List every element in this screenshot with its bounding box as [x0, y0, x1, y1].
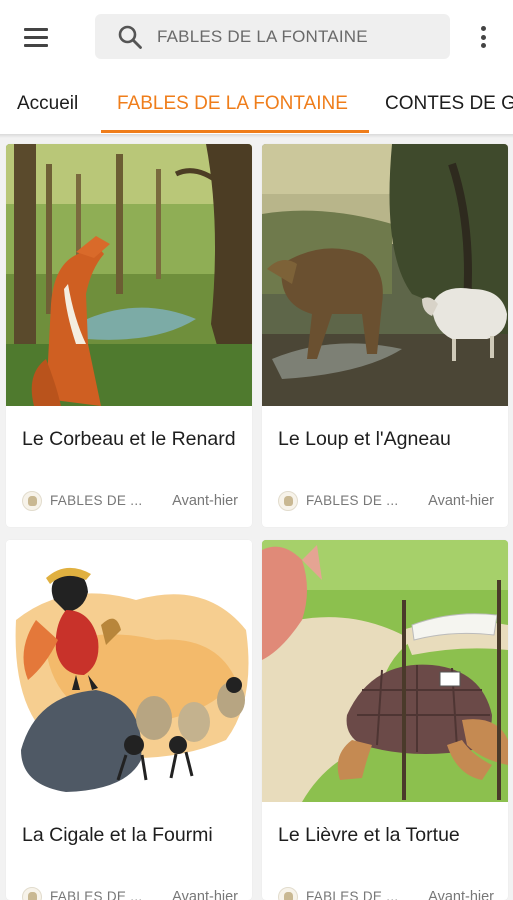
article-card[interactable]: Le Lièvre et la Tortue FABLES DE ... Ava…	[262, 540, 508, 900]
more-vertical-icon-dot	[481, 26, 486, 31]
article-source: FABLES DE ...	[306, 493, 399, 508]
category-tabs: Accueil FABLES DE LA FONTAINE CONTES DE …	[0, 74, 513, 134]
tab-fables-de-la-fontaine[interactable]: FABLES DE LA FONTAINE	[117, 74, 348, 134]
article-card[interactable]: La Cigale et la Fourmi FABLES DE ... Ava…	[6, 540, 252, 900]
article-title: La Cigale et la Fourmi	[22, 824, 213, 846]
search-query: FABLES DE LA FONTAINE	[157, 27, 368, 46]
article-source: FABLES DE ...	[50, 889, 143, 900]
more-options-button[interactable]	[472, 24, 496, 50]
more-vertical-icon-dot	[481, 34, 486, 40]
article-source: FABLES DE ...	[306, 889, 399, 900]
article-card[interactable]: Le Corbeau et le Renard FABLES DE ... Av…	[6, 144, 252, 527]
source-avatar	[278, 491, 298, 511]
article-thumbnail	[262, 144, 508, 406]
menu-button[interactable]	[22, 25, 50, 49]
app-bar: FABLES DE LA FONTAINE	[0, 0, 513, 74]
tab-accueil[interactable]: Accueil	[17, 74, 78, 134]
article-title: Le Lièvre et la Tortue	[278, 824, 460, 846]
article-title: Le Loup et l'Agneau	[278, 428, 451, 450]
article-date: Avant-hier	[172, 889, 238, 900]
hamburger-menu-icon-line	[24, 44, 48, 47]
article-card[interactable]: Le Loup et l'Agneau FABLES DE ... Avant-…	[262, 144, 508, 527]
active-tab-indicator	[101, 130, 369, 133]
search-bar[interactable]: FABLES DE LA FONTAINE	[95, 14, 450, 59]
tabs-shadow	[0, 134, 513, 138]
article-date: Avant-hier	[428, 493, 494, 509]
hamburger-menu-icon-line	[24, 36, 48, 39]
source-avatar	[22, 887, 42, 900]
article-title: Le Corbeau et le Renard	[22, 428, 236, 450]
search-icon	[118, 25, 142, 49]
article-date: Avant-hier	[172, 493, 238, 509]
more-vertical-icon-dot	[481, 43, 486, 48]
article-thumbnail	[6, 144, 252, 406]
article-date: Avant-hier	[428, 889, 494, 900]
tab-contes[interactable]: CONTES DE G	[385, 74, 513, 134]
article-thumbnail	[262, 540, 508, 802]
hamburger-menu-icon-line	[24, 28, 48, 31]
source-avatar	[278, 887, 298, 900]
article-thumbnail	[6, 540, 252, 802]
article-source: FABLES DE ...	[50, 493, 143, 508]
source-avatar	[22, 491, 42, 511]
